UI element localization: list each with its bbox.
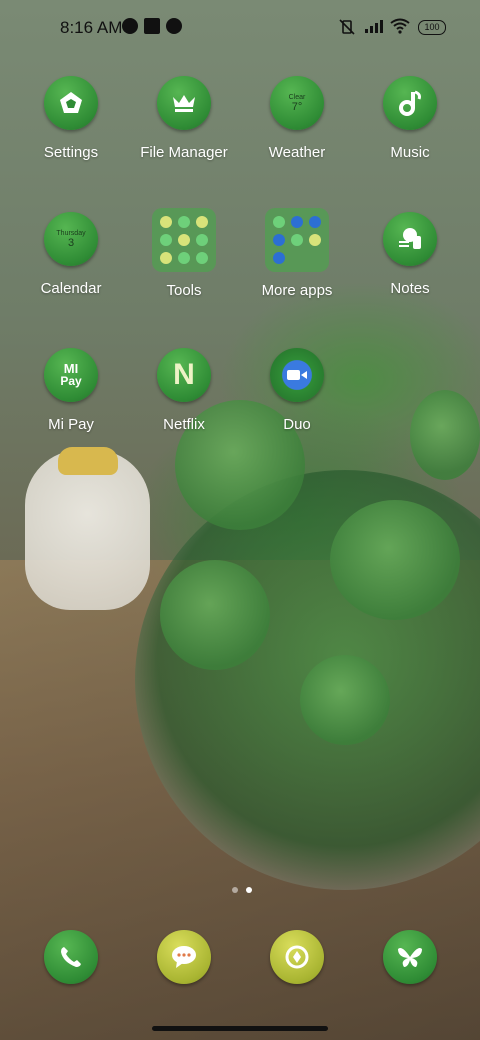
app-file-manager[interactable]: File Manager (129, 76, 239, 161)
video-call-icon (270, 348, 324, 402)
butterfly-icon (383, 930, 437, 984)
app-mi-pay[interactable]: MI Pay Mi Pay (16, 348, 126, 433)
folder-more-apps[interactable]: More apps (242, 208, 352, 299)
mini-app-icon (160, 216, 172, 228)
app-label: File Manager (140, 144, 228, 161)
wallpaper-leaf (160, 560, 270, 670)
mini-app-icon (196, 216, 208, 228)
wallpaper-gold-ingot (58, 447, 118, 475)
app-label: More apps (261, 282, 333, 299)
signal-icon (365, 20, 383, 33)
dock-themes[interactable] (355, 930, 465, 984)
app-weather[interactable]: Clear 7° Weather (242, 76, 352, 161)
status-time: 8:16 AM (60, 18, 123, 37)
page-indicator (228, 880, 256, 898)
mini-app-icon (196, 234, 208, 246)
folder-icon (152, 208, 216, 272)
battery-indicator: 100 (418, 20, 446, 35)
app-notes[interactable]: Notes (355, 212, 465, 297)
app-duo[interactable]: Duo (242, 348, 352, 433)
dock-messages[interactable] (129, 930, 239, 984)
mini-app-icon (196, 252, 208, 264)
app-settings[interactable]: Settings (16, 76, 126, 161)
sync-icon (270, 930, 324, 984)
folder-icon (265, 208, 329, 272)
mini-app-icon (309, 216, 321, 228)
app-netflix[interactable]: N Netflix (129, 348, 239, 433)
calendar-day: Thursday (56, 229, 86, 237)
gesture-nav-bar[interactable] (152, 1026, 328, 1031)
app-label: Notes (390, 280, 430, 297)
mini-app-icon (273, 234, 285, 246)
mini-app-icon (273, 216, 285, 228)
app-label: Weather (268, 144, 326, 161)
app-calendar[interactable]: Thursday 3 Calendar (16, 212, 126, 297)
chat-icon (157, 930, 211, 984)
mini-app-icon (178, 216, 190, 228)
phone-icon (44, 930, 98, 984)
notes-icon (383, 212, 437, 266)
wallpaper-leaf (330, 500, 460, 620)
folder-tools[interactable]: Tools (129, 208, 239, 299)
mini-app-icon (273, 252, 285, 264)
netflix-icon: N (157, 348, 211, 402)
vibrate-off-icon (339, 19, 355, 35)
weather-icon: Clear 7° (270, 76, 324, 130)
mini-app-icon (160, 252, 172, 264)
crown-icon (157, 76, 211, 130)
app-label: Calendar (40, 280, 102, 297)
app-label: Settings (43, 144, 99, 161)
wallpaper-leaf (410, 390, 480, 480)
page-dot-active[interactable] (246, 887, 252, 893)
notification-icon (166, 18, 182, 34)
mini-app-icon (178, 234, 190, 246)
notification-square-icon (144, 18, 160, 34)
status-bar: 8:16 AM 100 (0, 0, 480, 56)
music-note-icon (383, 76, 437, 130)
home-screen: 8:16 AM 100 Settings File Manager Clear … (0, 0, 480, 1040)
app-label: Tools (166, 282, 202, 299)
wifi-icon (390, 18, 410, 34)
mini-app-icon (291, 216, 303, 228)
dock-phone[interactable] (16, 930, 126, 984)
dock-sync[interactable] (242, 930, 352, 984)
mi-pay-icon: MI Pay (44, 348, 98, 402)
app-label: Duo (283, 416, 311, 433)
mi-pay-logo-bottom: Pay (60, 374, 82, 388)
mini-app-icon (160, 234, 172, 246)
app-label: Music (390, 144, 430, 161)
wallpaper-leaf (300, 655, 390, 745)
mini-app-icon (309, 234, 321, 246)
page-dot[interactable] (232, 887, 238, 893)
app-label: Mi Pay (48, 416, 94, 433)
calendar-icon: Thursday 3 (44, 212, 98, 266)
app-music[interactable]: Music (355, 76, 465, 161)
weather-condition: Clear (288, 93, 306, 101)
weather-temperature: 7° (291, 100, 303, 113)
settings-icon (44, 76, 98, 130)
mini-app-icon (291, 234, 303, 246)
notification-icon (122, 18, 138, 34)
calendar-date: 3 (67, 236, 75, 249)
mini-app-icon (178, 252, 190, 264)
app-label: Netflix (163, 416, 205, 433)
